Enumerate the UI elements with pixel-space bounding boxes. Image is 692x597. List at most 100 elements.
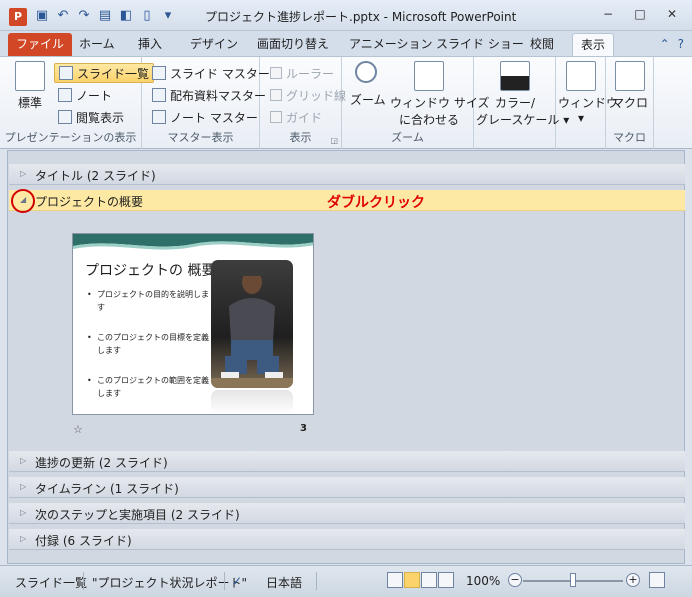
tab-view[interactable]: 表示: [572, 33, 615, 57]
tab-animations[interactable]: アニメーション: [341, 33, 441, 57]
dropdown-arrow-icon: ▾: [577, 111, 585, 125]
dialog-launcher-icon[interactable]: ◲: [330, 136, 338, 145]
normal-view-icon: [15, 61, 45, 91]
slide-number: 3: [300, 423, 307, 434]
section-header[interactable]: ▷ タイトル (2 スライド): [9, 164, 685, 185]
star-icon: ☆: [73, 423, 83, 436]
zoom-slider-thumb[interactable]: [570, 573, 576, 587]
gridlines-checkbox[interactable]: グリッド線: [266, 85, 350, 105]
checkbox-icon: [270, 89, 282, 101]
status-bar: スライド一覧 "プロジェクト状況レポート" ✓ 日本語 100% − +: [0, 565, 692, 597]
tab-slide-show[interactable]: スライド ショー: [428, 33, 532, 57]
color-grayscale-button[interactable]: カラー/ グレースケール ▾: [476, 61, 569, 128]
open-icon[interactable]: ▤: [97, 8, 113, 24]
collapse-arrow-icon[interactable]: ◢: [20, 195, 26, 204]
help-icon[interactable]: ?: [678, 37, 684, 51]
expand-arrow-icon[interactable]: ▷: [20, 508, 26, 517]
section-header[interactable]: ▷ タイムライン (1 スライド): [9, 477, 685, 498]
ribbon: 標準 スライド一覧 ノート 閲覧表示 プレゼンテーションの表示 スライド マスタ…: [0, 56, 692, 149]
slide-master-button[interactable]: スライド マスター: [148, 63, 274, 83]
slide-sorter-view-icon[interactable]: [404, 572, 420, 588]
group-presentation-views: 標準 スライド一覧 ノート 閲覧表示 プレゼンテーションの表示: [0, 57, 155, 149]
notes-page-button[interactable]: ノート: [54, 85, 116, 105]
group-label: プレゼンテーションの表示: [4, 131, 137, 144]
powerpoint-app-icon[interactable]: P: [9, 8, 27, 26]
close-button[interactable]: ✕: [658, 5, 686, 23]
zoom-out-icon[interactable]: −: [508, 573, 522, 587]
minimize-ribbon-icon[interactable]: ⌃: [660, 37, 670, 51]
status-view-name: スライド一覧: [15, 576, 88, 590]
tab-file[interactable]: ファイル: [8, 33, 73, 57]
slide-title: プロジェクトの 概要: [85, 263, 216, 279]
slide-bullet: このプロジェクトの目標を定義します: [87, 331, 211, 357]
slide-thumbnail[interactable]: プロジェクトの 概要 プロジェクトの目的を説明します このプロジェクトの目標を定…: [72, 233, 314, 415]
tab-review[interactable]: 校閲: [522, 33, 562, 57]
guides-checkbox[interactable]: ガイド: [266, 107, 326, 127]
minimize-button[interactable]: −: [594, 5, 622, 23]
fit-to-window-button[interactable]: ウィンドウ サイズ に合わせる: [390, 61, 489, 128]
reading-view-icon: [58, 110, 72, 124]
group-macros: マクロ マクロ: [606, 57, 654, 149]
window-title: プロジェクト進捗レポート.pptx - Microsoft PowerPoint: [205, 10, 517, 24]
tab-design[interactable]: デザイン: [182, 33, 246, 57]
handout-master-button[interactable]: 配布資料マスター: [148, 85, 270, 105]
checkbox-icon: [270, 111, 282, 123]
tab-transitions[interactable]: 画面切り替え: [249, 33, 337, 57]
section-header[interactable]: ▷ 付録 (6 スライド): [9, 529, 685, 550]
group-label: ズーム: [391, 131, 424, 144]
undo-icon[interactable]: ↶: [55, 8, 71, 24]
macros-button[interactable]: マクロ: [612, 61, 648, 111]
zoom-level[interactable]: 100%: [466, 574, 500, 588]
group-label: マスター表示: [167, 131, 234, 144]
slide-bullet: このプロジェクトの範囲を定義します: [87, 374, 211, 400]
slide-sorter-icon: [59, 66, 73, 80]
window-icon: [566, 61, 596, 91]
fit-to-window-icon[interactable]: [649, 572, 665, 588]
normal-view-icon[interactable]: [387, 572, 403, 588]
reading-view-icon[interactable]: [421, 572, 437, 588]
status-language[interactable]: 日本語: [266, 574, 302, 591]
expand-arrow-icon[interactable]: ▷: [20, 534, 26, 543]
section-header[interactable]: ▷ 次のステップと実施項目 (2 スライド): [9, 503, 685, 524]
ruler-checkbox[interactable]: ルーラー: [266, 63, 338, 83]
new-icon[interactable]: ▯: [139, 8, 155, 24]
section-header[interactable]: ▷ 進捗の更新 (2 スライド): [9, 451, 685, 472]
print-preview-icon[interactable]: ◧: [118, 8, 134, 24]
quick-access-toolbar: ▣ ↶ ↷ ▤ ◧ ▯ ▾: [34, 8, 176, 24]
save-icon[interactable]: ▣: [34, 8, 50, 24]
ribbon-tabs: ファイル ホーム 挿入 デザイン 画面切り替え アニメーション スライド ショー…: [0, 31, 692, 57]
zoom-in-icon[interactable]: +: [626, 573, 640, 587]
slide-sorter-button[interactable]: スライド一覧: [54, 63, 155, 83]
tab-home[interactable]: ホーム: [71, 33, 123, 57]
customize-icon[interactable]: ▾: [160, 8, 176, 24]
slide-bullets: プロジェクトの目的を説明します このプロジェクトの目標を定義します このプロジェ…: [87, 288, 211, 414]
expand-arrow-icon[interactable]: ▷: [20, 169, 26, 178]
group-show: ルーラー グリッド線 ガイド 表示 ◲: [260, 57, 346, 149]
notes-master-button[interactable]: ノート マスター: [148, 107, 262, 127]
group-window: ウィンドウ ▾: [556, 57, 618, 149]
photo-reflection: [211, 390, 293, 414]
reading-view-button[interactable]: 閲覧表示: [54, 107, 128, 127]
group-label: 表示: [289, 131, 312, 144]
slide-sorter-pane: ▷ タイトル (2 スライド) ◢ プロジェクトの概要 ダブルクリック プロジェ…: [7, 150, 685, 564]
section-header-open[interactable]: ◢ プロジェクトの概要 ダブルクリック: [9, 189, 685, 213]
divider: [83, 572, 84, 590]
macro-icon: [615, 61, 645, 91]
slide-header-wave: [73, 234, 313, 250]
notes-master-icon: [152, 110, 166, 124]
proofing-icon[interactable]: ✓: [232, 574, 242, 588]
fit-to-window-icon: [414, 61, 444, 91]
tab-insert[interactable]: 挿入: [130, 33, 170, 57]
maximize-button[interactable]: □: [626, 5, 654, 23]
redo-icon[interactable]: ↷: [76, 8, 92, 24]
normal-view-button[interactable]: 標準: [8, 61, 52, 111]
expand-arrow-icon[interactable]: ▷: [20, 456, 26, 465]
zoom-button[interactable]: ズーム: [350, 61, 386, 108]
slide-show-view-icon[interactable]: [438, 572, 454, 588]
slide-bullet: プロジェクトの目的を説明します: [87, 288, 211, 314]
double-click-annotation: ダブルクリック: [327, 195, 425, 211]
window-button[interactable]: ウィンドウ ▾: [558, 61, 618, 125]
title-bar: P ▣ ↶ ↷ ▤ ◧ ▯ ▾ プロジェクト進捗レポート.pptx - Micr…: [0, 0, 692, 31]
notes-page-icon: [58, 88, 72, 102]
expand-arrow-icon[interactable]: ▷: [20, 482, 26, 491]
